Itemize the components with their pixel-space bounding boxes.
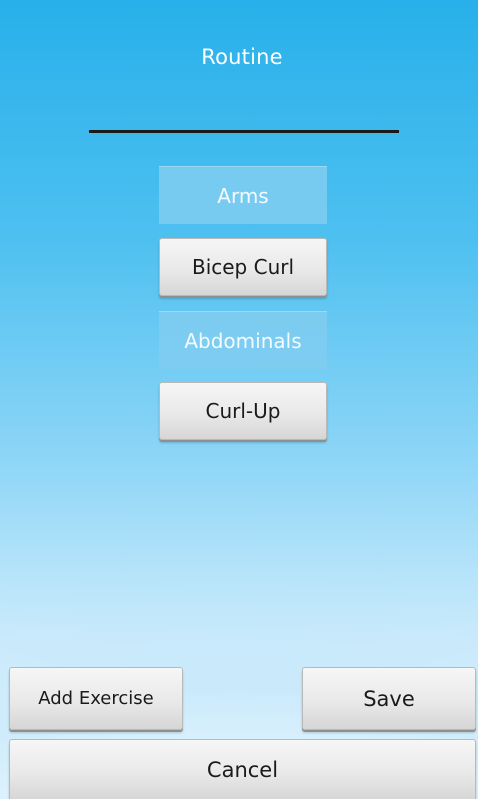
exercise-button-bicep-curl[interactable]: Bicep Curl [159, 238, 327, 296]
save-button[interactable]: Save [302, 667, 476, 730]
category-label-abdominals: Abdominals [159, 311, 327, 369]
category-label-arms: Arms [159, 166, 327, 224]
routine-name-field[interactable] [89, 130, 399, 133]
exercise-button-curl-up[interactable]: Curl-Up [159, 382, 327, 440]
page-title: Routine [201, 45, 283, 69]
add-exercise-button[interactable]: Add Exercise [9, 667, 183, 730]
cancel-button[interactable]: Cancel [9, 739, 476, 799]
routine-screen: Routine Arms Bicep Curl Abdominals Curl-… [0, 0, 478, 799]
